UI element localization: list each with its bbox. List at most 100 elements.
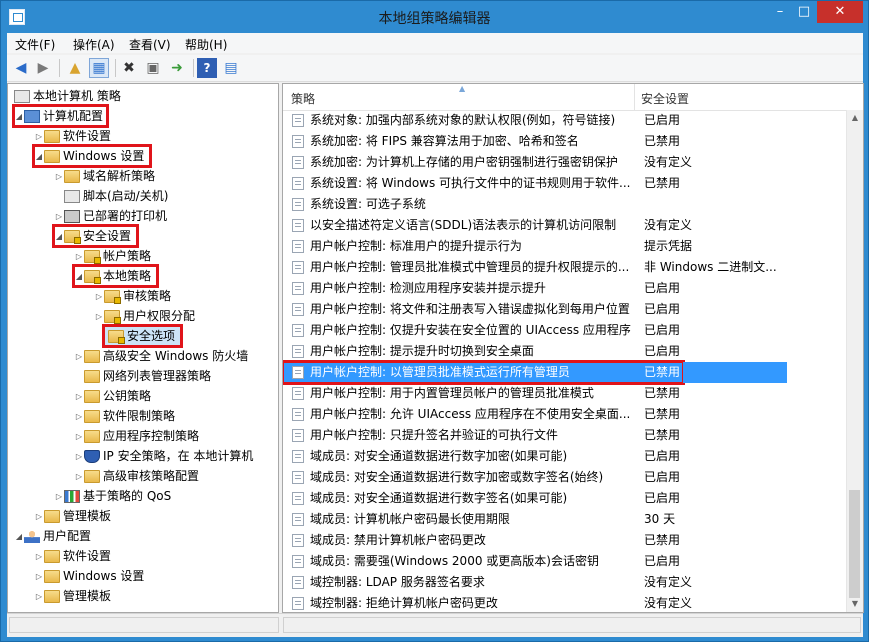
column-header-setting[interactable]: 安全设置 [641,90,689,107]
properties-icon[interactable]: ▣ [143,58,163,78]
menu-action[interactable]: 操作(A) [73,36,115,53]
tree-item-local-policies[interactable]: ◢ 本地策略 [71,264,160,288]
expand-arrow-icon[interactable]: ▷ [74,427,84,447]
policy-setting-value: 已禁用 [644,176,681,190]
close-button[interactable]: ✕ [817,1,863,23]
tree-item-network-list[interactable]: 网络列表管理器策略 [74,366,211,386]
tree-item-software-settings[interactable]: ▷ 软件设置 [34,126,111,146]
policy-row[interactable]: 用户帐户控制: 只提升签名并验证的可执行文件 已禁用 [283,425,787,446]
expand-arrow-icon[interactable]: ▷ [74,247,84,267]
policy-row[interactable]: 系统加密: 将 FIPS 兼容算法用于加密、哈希和签名 已禁用 [283,131,787,152]
expand-arrow-icon[interactable]: ▷ [34,127,44,147]
policy-row[interactable]: 域成员: 对安全通道数据进行数字加密(如果可能) 已启用 [283,446,787,467]
tree-item-user-rights[interactable]: ▷ 用户权限分配 [94,306,195,326]
policy-row[interactable]: 用户帐户控制: 仅提升安装在安全位置的 UIAccess 应用程序 已启用 [283,320,787,341]
policy-row[interactable]: 域成员: 计算机帐户密码最长使用期限 30 天 [283,509,787,530]
tree-item-user-admin-templates[interactable]: ▷ 管理模板 [34,586,111,606]
minimize-button[interactable]: – [769,1,791,23]
policy-row[interactable]: 系统加密: 为计算机上存储的用户密钥强制进行强密钥保护 没有定义 [283,152,787,173]
policy-row[interactable]: 域成员: 禁用计算机帐户密码更改 已禁用 [283,530,787,551]
expand-arrow-icon[interactable]: ▷ [74,347,84,367]
tree-item-ip-security[interactable]: ▷ IP 安全策略，在 本地计算机 [74,446,253,466]
expand-arrow-icon[interactable]: ▷ [34,507,44,527]
tree-item-user-config[interactable]: ◢ 用户配置 [14,526,91,546]
expand-arrow-icon[interactable]: ▷ [34,567,44,587]
policy-row[interactable]: 用户帐户控制: 检测应用程序安装并提示提升 已启用 [283,278,787,299]
expand-arrow-icon[interactable]: ▷ [94,307,104,327]
tree-item-qos[interactable]: ▷ 基于策略的 QoS [54,486,171,506]
up-folder-icon[interactable]: ▲ [65,58,85,78]
expand-arrow-icon[interactable]: ▷ [34,587,44,607]
forward-icon[interactable]: ▶ [33,58,53,78]
tree-item-firewall[interactable]: ▷ 高级安全 Windows 防火墙 [74,346,248,366]
expand-arrow-icon[interactable]: ▷ [34,547,44,567]
collapse-arrow-icon[interactable]: ◢ [14,527,24,547]
collapse-arrow-icon[interactable]: ◢ [14,107,24,127]
tree-pane[interactable]: 本地计算机 策略 ◢ 计算机配置 ▷ 软件设置 ◢ Windows 设置 ▷ 域名解析策… [7,83,279,613]
collapse-arrow-icon[interactable]: ◢ [54,227,64,247]
expand-arrow-icon[interactable]: ▷ [74,467,84,487]
tree-item-windows-settings[interactable]: ◢ Windows 设置 [31,144,153,168]
policy-row[interactable]: 以安全描述符定义语言(SDDL)语法表示的计算机访问限制 没有定义 [283,215,787,236]
tree-item-app-control[interactable]: ▷ 应用程序控制策略 [74,426,199,446]
expand-arrow-icon[interactable]: ▷ [74,447,84,467]
menu-file[interactable]: 文件(F) [15,36,55,53]
policy-row[interactable]: 域控制器: LDAP 服务器签名要求 没有定义 [283,572,787,593]
tree-item-deployed-printers[interactable]: ▷ 已部署的打印机 [54,206,167,226]
tree-item-scripts[interactable]: 脚本(启动/关机) [54,186,168,206]
expand-arrow-icon[interactable]: ▷ [54,487,64,507]
collapse-arrow-icon[interactable]: ◢ [74,267,84,287]
tree-item-security-options[interactable]: 安全选项 [101,324,184,348]
policy-row[interactable]: 用户帐户控制: 允许 UIAccess 应用程序在不使用安全桌面... 已禁用 [283,404,787,425]
policy-row[interactable]: 域成员: 对安全通道数据进行数字签名(如果可能) 已启用 [283,488,787,509]
tree-item-root[interactable]: 本地计算机 策略 [14,86,121,106]
tree-item-public-key[interactable]: ▷ 公钥策略 [74,386,151,406]
policy-row[interactable]: 用户帐户控制: 以管理员批准模式运行所有管理员 已禁用 [283,360,685,385]
collapse-arrow-icon[interactable]: ◢ [34,147,44,167]
policy-row[interactable]: 用户帐户控制: 提示提升时切换到安全桌面 已启用 [283,341,787,362]
policy-row[interactable]: 用户帐户控制: 用于内置管理员帐户的管理员批准模式 已禁用 [283,383,787,404]
expand-arrow-icon[interactable]: ▷ [94,287,104,307]
tree-item-user-windows-settings[interactable]: ▷ Windows 设置 [34,566,144,586]
expand-arrow-icon[interactable]: ▷ [54,167,64,187]
policy-list-pane[interactable]: 策略 ▲ 安全设置 系统对象: 加强内部系统对象的默认权限(例如，符号链接) 已启… [282,83,864,613]
scroll-up-icon[interactable]: ▲ [847,110,863,126]
tree-item-admin-templates[interactable]: ▷ 管理模板 [34,506,111,526]
help-icon[interactable]: ? [197,58,217,78]
column-divider[interactable] [634,84,635,110]
show-tree-icon[interactable]: ▦ [89,58,109,78]
title-bar[interactable]: 本地组策略编辑器 – □ ✕ [1,1,868,33]
scroll-down-icon[interactable]: ▼ [847,596,863,612]
policy-row[interactable]: 用户帐户控制: 管理员批准模式中管理员的提升权限提示的... 非 Windows … [283,257,787,278]
tree-item-software-restriction[interactable]: ▷ 软件限制策略 [74,406,175,426]
policy-row[interactable]: 系统设置: 可选子系统 [283,194,787,215]
policy-row[interactable]: 用户帐户控制: 标准用户的提升提示行为 提示凭据 [283,236,787,257]
expand-arrow-icon[interactable]: ▷ [54,207,64,227]
expand-arrow-icon[interactable]: ▷ [74,407,84,427]
menu-help[interactable]: 帮助(H) [185,36,227,53]
export-list-icon[interactable]: ➜ [167,58,187,78]
tree-item-audit-policy[interactable]: ▷ 审核策略 [94,286,171,306]
tree-item-account-policies[interactable]: ▷ 帐户策略 [74,246,151,266]
policy-row[interactable]: 域成员: 对安全通道数据进行数字加密或数字签名(始终) 已启用 [283,467,787,488]
security-folder-icon [104,310,121,324]
menu-view[interactable]: 查看(V) [129,36,171,53]
tree-item-name-resolution[interactable]: ▷ 域名解析策略 [54,166,155,186]
back-icon[interactable]: ◀ [11,58,31,78]
maximize-button[interactable]: □ [793,1,815,23]
tree-item-security-settings[interactable]: ◢ 安全设置 [51,224,140,248]
policy-row[interactable]: 系统对象: 加强内部系统对象的默认权限(例如，符号链接) 已启用 [283,110,787,131]
column-header-policy[interactable]: 策略 [291,90,315,107]
policy-row[interactable]: 域控制器: 拒绝计算机帐户密码更改 没有定义 [283,593,787,612]
policy-row[interactable]: 域成员: 需要强(Windows 2000 或更高版本)会话密钥 已启用 [283,551,787,572]
delete-icon[interactable]: ✖ [119,58,139,78]
tree-item-computer-config[interactable]: ◢ 计算机配置 [11,104,110,128]
expand-arrow-icon[interactable]: ▷ [74,387,84,407]
tree-item-user-software-settings[interactable]: ▷ 软件设置 [34,546,111,566]
vertical-scrollbar[interactable]: ▲ ▼ [846,110,863,612]
show-action-pane-icon[interactable]: ▤ [221,58,241,78]
policy-row[interactable]: 用户帐户控制: 将文件和注册表写入错误虚拟化到每用户位置 已启用 [283,299,787,320]
scroll-thumb[interactable] [849,490,860,598]
policy-row[interactable]: 系统设置: 将 Windows 可执行文件中的证书规则用于软件... 已禁用 [283,173,787,194]
tree-item-advanced-audit[interactable]: ▷ 高级审核策略配置 [74,466,199,486]
